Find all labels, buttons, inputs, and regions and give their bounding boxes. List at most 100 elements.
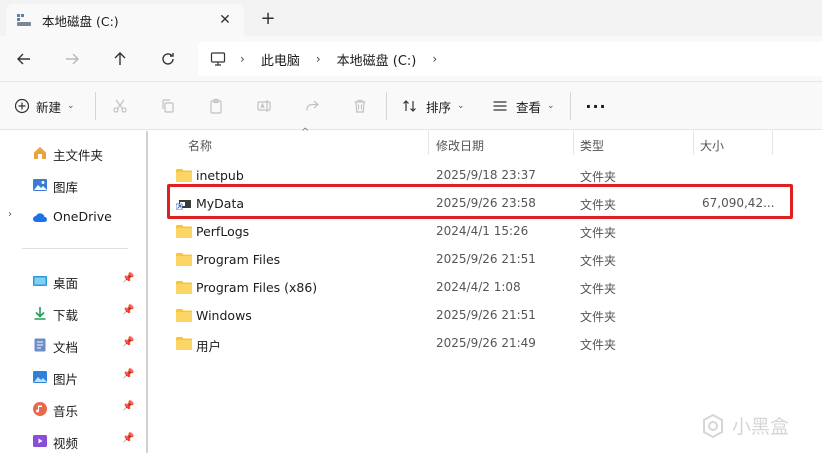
- file-modified: 2024/4/1 15:26: [436, 224, 529, 238]
- back-arrow-icon: [17, 53, 30, 65]
- up-button[interactable]: [106, 45, 134, 73]
- file-type: 文件夹: [580, 226, 617, 240]
- gallery-icon: [32, 177, 48, 193]
- chevron-right-icon[interactable]: ›: [8, 209, 12, 220]
- back-button[interactable]: [10, 45, 38, 73]
- home-icon: [32, 145, 48, 161]
- sort-ascending-icon: ^: [301, 127, 310, 138]
- file-name: PerfLogs: [196, 224, 250, 239]
- sidebar-item-documents[interactable]: 文档 📌: [0, 331, 148, 359]
- sort-icon: [402, 98, 418, 114]
- address-bar[interactable]: › 此电脑 › 本地磁盘 (C:) ›: [198, 42, 822, 76]
- column-divider[interactable]: [693, 131, 694, 155]
- video-icon: [32, 433, 48, 449]
- cut-button[interactable]: [108, 94, 132, 118]
- column-header-modified[interactable]: 修改日期: [436, 137, 484, 154]
- file-name: 用户: [196, 339, 222, 354]
- view-button[interactable]: 查看 ⌄: [492, 94, 555, 118]
- file-name: inetpub: [196, 168, 244, 183]
- tab-local-disk[interactable]: 本地磁盘 (C:) ✕: [6, 4, 244, 36]
- sidebar-item-onedrive[interactable]: › OneDrive: [0, 203, 148, 231]
- column-divider[interactable]: [772, 131, 773, 155]
- breadcrumb-local-disk[interactable]: 本地磁盘 (C:): [337, 50, 417, 69]
- file-row[interactable]: Program Files 2025/9/26 21:51 文件夹: [166, 245, 790, 273]
- file-modified: 2024/4/2 1:08: [436, 280, 521, 294]
- view-lines-icon: [492, 98, 508, 114]
- pin-icon[interactable]: 📌: [122, 401, 134, 412]
- sidebar-item-label: 图片: [53, 372, 79, 387]
- more-options-button[interactable]: ···: [584, 94, 608, 118]
- sidebar-item-label: 视频: [53, 436, 79, 451]
- share-button[interactable]: [300, 94, 324, 118]
- pin-icon[interactable]: 📌: [122, 305, 134, 316]
- view-label: 查看: [516, 99, 542, 115]
- refresh-icon: [162, 53, 174, 65]
- file-modified: 2025/9/26 21:51: [436, 252, 536, 266]
- file-row[interactable]: 用户 2025/9/26 21:49 文件夹: [166, 329, 790, 357]
- clipboard-icon: [210, 98, 222, 114]
- title-bar: 本地磁盘 (C:) ✕ +: [0, 0, 822, 36]
- paste-button[interactable]: [204, 94, 228, 118]
- document-icon: [32, 337, 48, 353]
- file-row[interactable]: Program Files (x86) 2024/4/2 1:08 文件夹: [166, 273, 790, 301]
- file-type: 文件夹: [580, 282, 617, 296]
- new-tab-button[interactable]: +: [258, 8, 278, 29]
- new-button[interactable]: 新建 ⌄: [14, 94, 75, 118]
- breadcrumb-separator[interactable]: ›: [432, 52, 437, 66]
- watermark-logo-icon: [700, 413, 726, 439]
- file-list: ^ 名称 修改日期 类型 大小 inetpub 2025/9/18 23:37 …: [150, 127, 822, 453]
- breadcrumb-separator[interactable]: ›: [316, 52, 321, 66]
- sidebar-divider: [22, 248, 128, 249]
- file-modified: 2025/9/18 23:37: [436, 168, 536, 182]
- sort-button[interactable]: 排序 ⌄: [402, 94, 465, 118]
- sidebar-item-home[interactable]: 主文件夹: [0, 139, 148, 167]
- sidebar-scrollbar[interactable]: [146, 131, 148, 453]
- folder-icon: [176, 336, 192, 350]
- column-divider[interactable]: [428, 131, 429, 155]
- column-header-type[interactable]: 类型: [580, 137, 604, 154]
- pin-icon[interactable]: 📌: [122, 337, 134, 348]
- sidebar-item-music[interactable]: 音乐 📌: [0, 395, 148, 423]
- folder-icon: [176, 308, 192, 322]
- sidebar-item-gallery[interactable]: 图库: [0, 171, 148, 199]
- sidebar-item-label: 文档: [53, 340, 79, 355]
- forward-button[interactable]: [58, 45, 86, 73]
- file-type: 文件夹: [580, 170, 617, 184]
- toolbar-divider: [95, 92, 96, 120]
- breadcrumb-separator[interactable]: ›: [240, 52, 245, 66]
- share-icon: [306, 100, 319, 111]
- column-header-size[interactable]: 大小: [700, 137, 724, 154]
- file-row[interactable]: Windows 2025/9/26 21:51 文件夹: [166, 301, 790, 329]
- file-type: 文件夹: [580, 310, 617, 324]
- sidebar-item-label: 主文件夹: [53, 148, 104, 163]
- sidebar-item-downloads[interactable]: 下载 📌: [0, 299, 148, 327]
- sidebar-item-label: 音乐: [53, 404, 79, 419]
- copy-button[interactable]: [156, 94, 180, 118]
- up-arrow-icon: [114, 52, 126, 65]
- pin-icon[interactable]: 📌: [122, 433, 134, 444]
- rename-icon: [257, 100, 271, 112]
- file-name: Program Files: [196, 252, 281, 267]
- breadcrumb-this-pc[interactable]: 此电脑: [261, 50, 300, 69]
- watermark: 小黑盒: [700, 412, 789, 439]
- tab-title: 本地磁盘 (C:): [42, 13, 119, 29]
- sidebar-item-desktop[interactable]: 桌面 📌: [0, 267, 148, 295]
- new-label: 新建: [36, 99, 62, 115]
- column-divider[interactable]: [573, 131, 574, 155]
- pin-icon[interactable]: 📌: [122, 369, 134, 380]
- navigation-pane: 主文件夹 图库 › OneDrive 桌面 📌 下载 📌 文档 📌 图片 📌 音…: [0, 131, 148, 453]
- sidebar-item-videos[interactable]: 视频 📌: [0, 427, 148, 453]
- column-header-name[interactable]: 名称: [188, 137, 212, 154]
- pin-icon[interactable]: 📌: [122, 273, 134, 284]
- file-name: Program Files (x86): [196, 280, 318, 295]
- close-tab-icon[interactable]: ✕: [216, 11, 234, 29]
- download-icon: [32, 305, 48, 321]
- rename-button[interactable]: [252, 94, 276, 118]
- sidebar-item-pictures[interactable]: 图片 📌: [0, 363, 148, 391]
- chevron-down-icon: ⌄: [67, 101, 75, 111]
- delete-button[interactable]: [348, 94, 372, 118]
- folder-icon: [176, 224, 192, 238]
- file-row[interactable]: PerfLogs 2024/4/1 15:26 文件夹: [166, 217, 790, 245]
- refresh-button[interactable]: [154, 45, 182, 73]
- drive-icon: [16, 12, 32, 28]
